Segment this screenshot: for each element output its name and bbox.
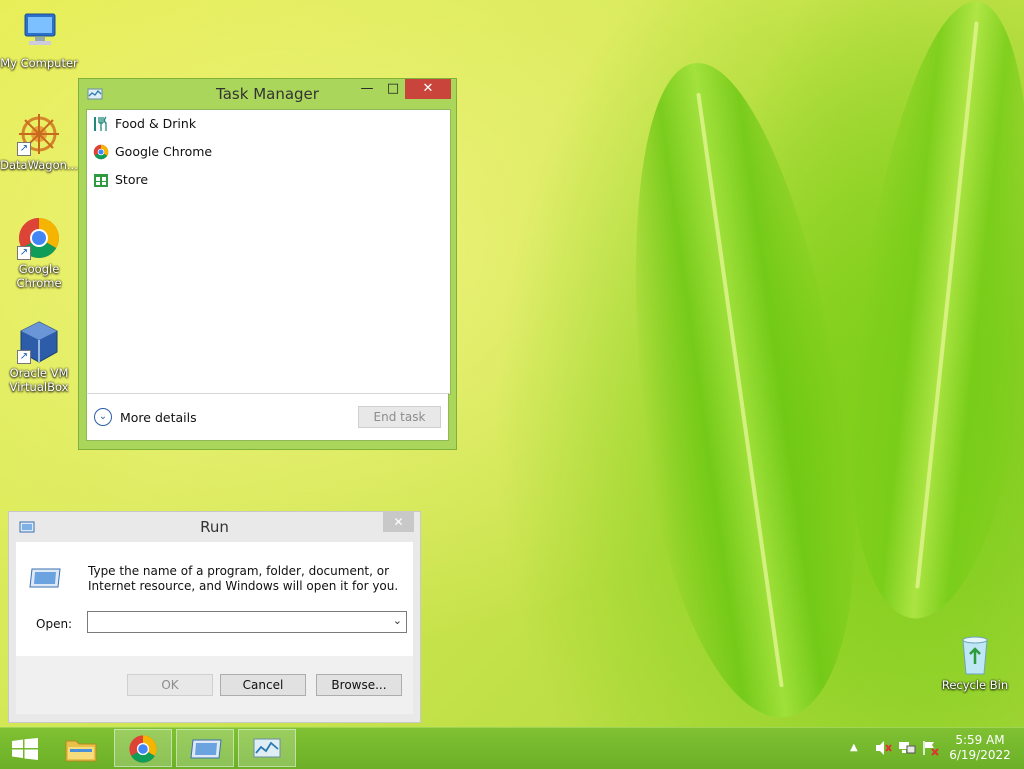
cancel-button[interactable]: Cancel bbox=[220, 674, 306, 696]
run-close-button[interactable]: ✕ bbox=[383, 512, 414, 532]
taskbar-google-chrome[interactable] bbox=[114, 729, 172, 767]
task-list-item-label: Google Chrome bbox=[115, 144, 213, 159]
run-dialog: Run ✕ Type the name of a program, folder… bbox=[8, 511, 421, 723]
virtualbox-icon: ↗ bbox=[17, 320, 61, 364]
shortcut-arrow-icon: ↗ bbox=[17, 246, 31, 260]
close-button[interactable]: ✕ bbox=[405, 79, 451, 99]
task-manager-footer: ⌄ More details End task bbox=[86, 393, 449, 441]
taskbar-file-explorer[interactable] bbox=[52, 729, 110, 767]
run-button-bar: OK Cancel Browse... bbox=[16, 656, 413, 714]
run-program-icon bbox=[28, 567, 62, 592]
desktop-icon-label: Google Chrome bbox=[16, 262, 62, 290]
datawagon-icon: ↗ bbox=[17, 112, 61, 156]
chevron-down-icon: ⌄ bbox=[94, 408, 112, 426]
ok-button[interactable]: OK bbox=[127, 674, 213, 696]
shortcut-arrow-icon: ↗ bbox=[17, 142, 31, 156]
chrome-icon: ↗ bbox=[17, 216, 61, 260]
action-center-flag-icon[interactable] bbox=[922, 740, 940, 759]
open-combobox[interactable]: ⌄ bbox=[87, 611, 407, 633]
taskbar-run[interactable] bbox=[176, 729, 234, 767]
desktop-icon-virtualbox[interactable]: ↗ Oracle VM VirtualBox bbox=[0, 320, 78, 394]
end-task-button[interactable]: End task bbox=[358, 406, 441, 428]
desktop-icon-label: DataWagon... bbox=[0, 158, 78, 172]
taskbar-task-manager[interactable] bbox=[238, 729, 296, 767]
folder-icon bbox=[64, 735, 98, 766]
task-manager-app-list: Food & Drink Google Chrome Store bbox=[86, 109, 451, 395]
browse-button[interactable]: Browse... bbox=[316, 674, 402, 696]
minimize-button[interactable]: — bbox=[353, 79, 381, 99]
maximize-icon: □ bbox=[386, 81, 400, 96]
close-icon: ✕ bbox=[422, 81, 434, 96]
task-manager-icon bbox=[252, 736, 282, 765]
desktop-icon-google-chrome[interactable]: ↗ Google Chrome bbox=[0, 216, 78, 290]
more-details-button[interactable]: ⌄ More details bbox=[94, 408, 197, 426]
task-list-item[interactable]: Google Chrome bbox=[93, 141, 212, 163]
food-drink-icon bbox=[93, 116, 109, 132]
run-description: Type the name of a program, folder, docu… bbox=[88, 564, 399, 593]
chevron-down-icon[interactable]: ⌄ bbox=[393, 614, 402, 627]
task-list-item[interactable]: Food & Drink bbox=[93, 113, 196, 135]
chrome-icon bbox=[128, 734, 158, 767]
desktop-icon-label: Recycle Bin bbox=[941, 678, 1009, 692]
task-list-item-label: Food & Drink bbox=[115, 116, 197, 131]
task-list-item[interactable]: Store bbox=[93, 169, 148, 191]
wallpaper-leaf-right bbox=[828, 0, 1024, 628]
run-title: Run bbox=[200, 518, 229, 536]
volume-muted-icon[interactable] bbox=[874, 740, 892, 759]
more-details-label: More details bbox=[120, 409, 197, 425]
clock-date: 6/19/2022 bbox=[949, 748, 1011, 762]
run-icon bbox=[189, 738, 223, 763]
desktop-icon-recycle-bin[interactable]: Recycle Bin bbox=[936, 632, 1014, 692]
clock-time: 5:59 AM bbox=[955, 733, 1005, 747]
chrome-icon bbox=[93, 144, 109, 160]
store-icon bbox=[93, 172, 109, 188]
shortcut-arrow-icon: ↗ bbox=[17, 350, 31, 364]
show-hidden-icons-button[interactable]: ▲ bbox=[850, 740, 858, 755]
start-button[interactable] bbox=[0, 729, 50, 767]
clock[interactable]: 5:59 AM 6/19/2022 bbox=[944, 733, 1016, 763]
task-manager-window: Task Manager — □ ✕ Food & Drink Google C… bbox=[78, 78, 457, 450]
desktop-icon-label: Oracle VM VirtualBox bbox=[9, 366, 69, 394]
recycle-bin-icon bbox=[953, 632, 997, 676]
network-icon[interactable] bbox=[898, 740, 916, 759]
windows-logo-icon bbox=[12, 738, 38, 763]
desktop-icon-my-computer[interactable]: My Computer bbox=[0, 10, 78, 70]
task-list-item-label: Store bbox=[115, 172, 149, 187]
close-icon: ✕ bbox=[393, 515, 404, 529]
taskbar: ▲ 5:59 AM 6/19/2022 bbox=[0, 727, 1024, 769]
minimize-icon: — bbox=[360, 81, 374, 96]
computer-icon bbox=[17, 10, 61, 54]
desktop-icon-datawagon[interactable]: ↗ DataWagon... bbox=[0, 112, 78, 172]
desktop-icon-label: My Computer bbox=[0, 56, 78, 70]
run-body: Type the name of a program, folder, docu… bbox=[16, 542, 413, 656]
open-label: Open: bbox=[36, 617, 73, 631]
maximize-button[interactable]: □ bbox=[379, 79, 407, 99]
